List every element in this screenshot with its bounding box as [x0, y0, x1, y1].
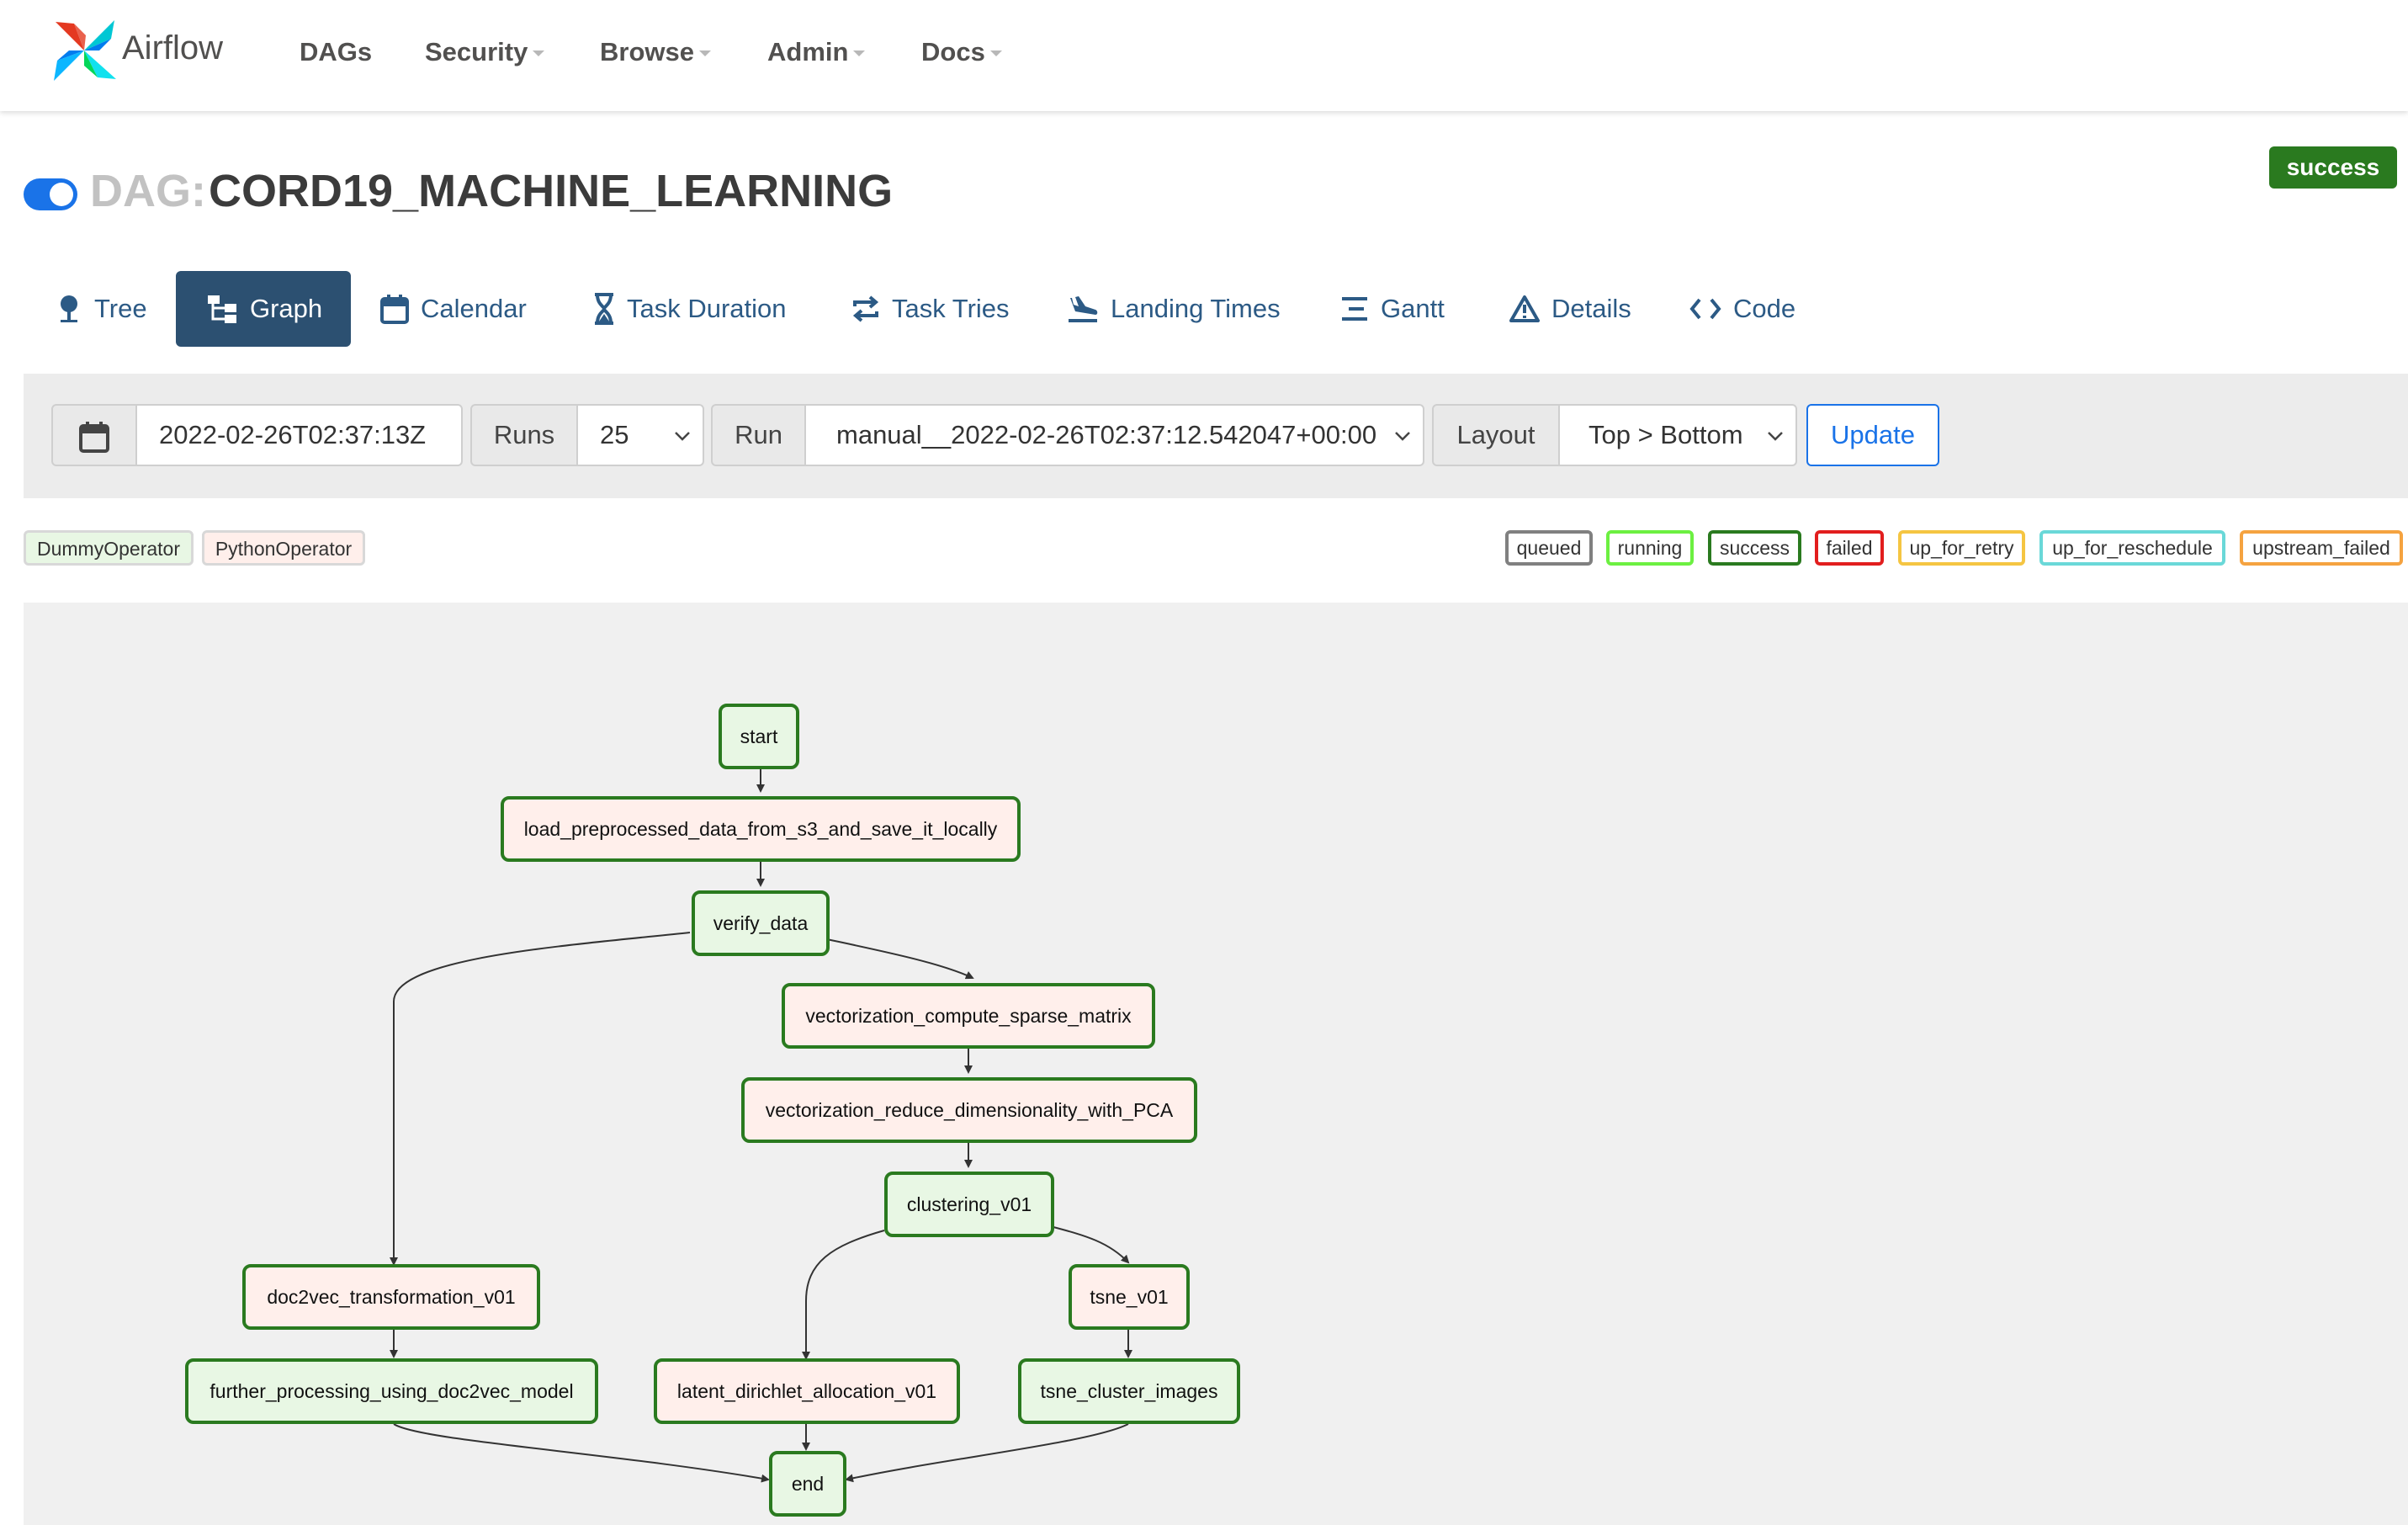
calendar-addon[interactable] — [51, 404, 137, 466]
dag-title: CORD19_MACHINE_LEARNING — [209, 166, 894, 216]
run-label: Run — [711, 404, 806, 466]
base-date-input[interactable]: 2022-02-26T02:37:13Z — [135, 404, 463, 466]
chevron-down-icon — [1395, 432, 1410, 441]
gantt-icon — [1342, 297, 1367, 321]
task-node-clustering[interactable]: clustering_v01 — [884, 1172, 1054, 1237]
nav-docs-label: Docs — [921, 37, 985, 66]
edge-further-end — [393, 1423, 770, 1483]
tab-task-duration[interactable]: Task Duration — [593, 271, 787, 347]
dag-graph-canvas[interactable]: start load_preprocessed_data_from_s3_and… — [24, 603, 2408, 1525]
calendar-icon — [380, 295, 409, 324]
calendar-icon — [79, 421, 109, 453]
tab-task-duration-label: Task Duration — [627, 294, 787, 323]
tab-graph-label: Graph — [250, 294, 323, 323]
edge-clustering-tsne — [1053, 1226, 1130, 1264]
code-icon — [1689, 298, 1721, 320]
brand-name[interactable]: Airflow — [122, 29, 223, 67]
nav-security[interactable]: Security — [425, 37, 545, 67]
legend-state-queued[interactable]: queued — [1505, 530, 1593, 566]
chevron-down-icon — [533, 50, 545, 57]
airflow-logo-icon[interactable] — [49, 17, 119, 82]
chevron-down-icon — [675, 432, 690, 441]
dag-pause-toggle[interactable] — [24, 178, 77, 210]
runs-select[interactable]: 25 — [576, 404, 704, 466]
nav-dags[interactable]: DAGs — [300, 37, 372, 67]
runs-select-value: 25 — [600, 420, 629, 449]
dag-state-badge: success — [2269, 146, 2397, 189]
nav-admin-label: Admin — [767, 37, 849, 66]
toggle-knob — [50, 183, 73, 206]
task-node-start[interactable]: start — [719, 704, 799, 769]
top-navbar: Airflow DAGs Security Browse Admin Docs — [0, 0, 2408, 111]
chevron-down-icon — [853, 50, 866, 57]
legend-state-up-for-retry[interactable]: up_for_retry — [1898, 530, 2025, 566]
nav-browse-label: Browse — [600, 37, 694, 66]
hourglass-icon — [595, 293, 613, 325]
task-node-further[interactable]: further_processing_using_doc2vec_model — [185, 1358, 598, 1424]
legend-state-failed[interactable]: failed — [1815, 530, 1884, 566]
runs-label: Runs — [470, 404, 578, 466]
layout-select-value: Top > Bottom — [1589, 420, 1743, 449]
tab-calendar-label: Calendar — [421, 294, 527, 323]
warning-triangle-icon — [1509, 295, 1540, 322]
tab-details-label: Details — [1551, 294, 1631, 323]
run-select-value: manual__2022-02-26T02:37:12.542047+00:00 — [836, 420, 1377, 449]
tab-code[interactable]: Code — [1689, 271, 1795, 347]
legend-state-upstream-failed[interactable]: upstream_failed — [2240, 530, 2403, 566]
edge-verify-doc2vec — [390, 932, 691, 1266]
nav-docs[interactable]: Docs — [921, 37, 1002, 67]
tab-code-label: Code — [1733, 294, 1796, 323]
tab-tree-label: Tree — [94, 294, 147, 323]
edge-verify-vecsparse — [826, 938, 974, 980]
chevron-down-icon — [989, 50, 1002, 57]
task-node-verify[interactable]: verify_data — [692, 890, 830, 956]
layout-label: Layout — [1432, 404, 1560, 466]
plane-landing-icon — [1069, 296, 1098, 322]
repeat-icon — [852, 295, 879, 322]
chevron-down-icon — [698, 50, 711, 57]
task-node-doc2vec[interactable]: doc2vec_transformation_v01 — [242, 1264, 540, 1330]
tab-gantt-label: Gantt — [1381, 294, 1445, 323]
task-node-vec-sparse[interactable]: vectorization_compute_sparse_matrix — [782, 983, 1155, 1049]
layout-select[interactable]: Top > Bottom — [1558, 404, 1797, 466]
task-node-tsne-img[interactable]: tsne_cluster_images — [1018, 1358, 1240, 1424]
graph-icon — [208, 295, 236, 323]
update-button[interactable]: Update — [1806, 404, 1939, 466]
edge-clustering-lda — [802, 1230, 885, 1360]
nav-security-label: Security — [425, 37, 528, 66]
nav-admin[interactable]: Admin — [767, 37, 866, 67]
tab-gantt[interactable]: Gantt — [1340, 271, 1445, 347]
tab-task-tries-label: Task Tries — [892, 294, 1010, 323]
chevron-down-icon — [1768, 432, 1783, 441]
nav-browse[interactable]: Browse — [600, 37, 711, 67]
legend-state-up-for-reschedule[interactable]: up_for_reschedule — [2039, 530, 2225, 566]
tab-tree[interactable]: Tree — [56, 271, 147, 347]
task-node-end[interactable]: end — [769, 1451, 846, 1517]
tab-task-tries[interactable]: Task Tries — [851, 271, 1010, 347]
dag-label-prefix: DAG: — [90, 166, 206, 216]
task-node-load[interactable]: load_preprocessed_data_from_s3_and_save_… — [501, 796, 1021, 862]
tab-details[interactable]: Details — [1509, 271, 1631, 347]
legend-state-success[interactable]: success — [1708, 530, 1801, 566]
task-node-tsne[interactable]: tsne_v01 — [1069, 1264, 1190, 1330]
tree-icon — [61, 295, 77, 322]
legend-state-running[interactable]: running — [1606, 530, 1694, 566]
tab-graph[interactable]: Graph — [176, 271, 352, 347]
tab-landing-times-label: Landing Times — [1111, 294, 1281, 323]
run-select[interactable]: manual__2022-02-26T02:37:12.542047+00:00 — [804, 404, 1424, 466]
tab-landing-times[interactable]: Landing Times — [1067, 271, 1281, 347]
tab-calendar[interactable]: Calendar — [380, 271, 527, 347]
legend-python-operator[interactable]: PythonOperator — [202, 530, 365, 566]
task-node-vec-pca[interactable]: vectorization_reduce_dimensionality_with… — [741, 1077, 1197, 1143]
legend-dummy-operator[interactable]: DummyOperator — [24, 530, 194, 566]
task-node-lda[interactable]: latent_dirichlet_allocation_v01 — [654, 1358, 960, 1424]
edge-tsneimg-end — [845, 1423, 1129, 1483]
